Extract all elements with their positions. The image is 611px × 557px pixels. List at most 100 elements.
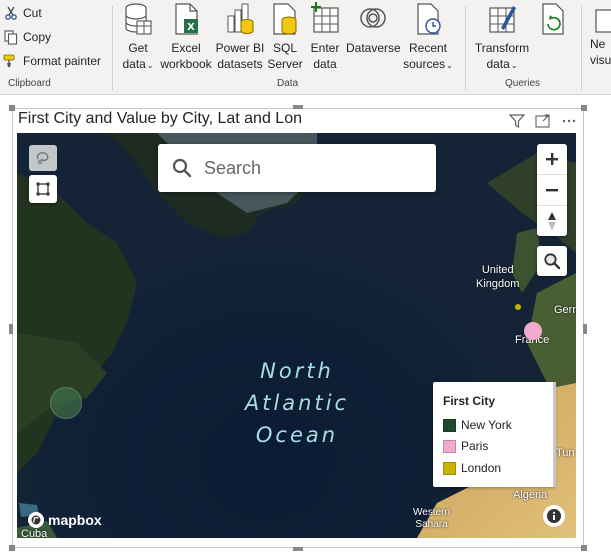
sql-label-2: Server xyxy=(267,57,303,71)
resize-handle[interactable] xyxy=(293,547,303,551)
place-label-algeria: Algeria xyxy=(513,489,548,501)
recent-sources-clock-icon xyxy=(417,3,441,35)
visual-title: First City and Value by City, Lat and Lo… xyxy=(18,110,302,127)
copy-button[interactable]: Copy xyxy=(2,27,51,47)
refresh-button[interactable] xyxy=(531,2,575,40)
zoom-in-button[interactable] xyxy=(537,144,567,175)
legend-label: New York xyxy=(461,418,512,432)
enter-data-button[interactable]: Enter data xyxy=(306,2,344,72)
data-group-label: Data xyxy=(277,78,299,89)
excel-label-1: Excel xyxy=(171,41,201,55)
lasso-select-button[interactable] xyxy=(29,145,57,171)
legend-swatch xyxy=(443,439,456,453)
map-visual[interactable]: First City and Value by City, Lat and Lo… xyxy=(9,105,587,551)
attribution-info-button[interactable] xyxy=(543,505,565,527)
rectangle-select-button[interactable] xyxy=(29,175,57,203)
place-label-united-kingdom: United Kingdom xyxy=(476,263,519,291)
focus-mode-icon[interactable] xyxy=(535,114,551,133)
excel-workbook-button[interactable]: X Excel workbook xyxy=(160,2,212,72)
map-marker-paris[interactable] xyxy=(524,322,542,340)
pbi-label-1: Power BI xyxy=(215,41,265,55)
search-icon xyxy=(172,158,192,178)
more-options-icon[interactable] xyxy=(561,114,577,133)
database-icon xyxy=(125,3,152,35)
resize-handle[interactable] xyxy=(293,105,303,109)
legend-item[interactable]: Paris xyxy=(443,439,488,453)
excel-icon: X xyxy=(175,3,198,35)
format-painter-label: Format painter xyxy=(23,54,102,68)
legend-label: London xyxy=(461,461,502,475)
sql-label-1: SQL xyxy=(272,41,297,55)
dataverse-icon xyxy=(360,8,386,28)
resize-handle[interactable] xyxy=(9,324,13,334)
dataverse-button[interactable]: Dataverse xyxy=(346,2,401,56)
compass-icon xyxy=(548,212,556,230)
mapbox-logo-icon xyxy=(28,512,44,528)
minus-icon xyxy=(546,189,558,192)
map-legend: First City New York Paris London xyxy=(433,382,555,487)
map-search-box[interactable] xyxy=(158,144,436,192)
map-canvas[interactable]: North Atlantic Ocean United Kingdom Fran… xyxy=(17,133,576,538)
transform-label-1: Transform xyxy=(474,41,530,55)
cut-button[interactable]: Cut xyxy=(2,3,42,23)
legend-item[interactable]: London xyxy=(443,461,501,475)
legend-swatch xyxy=(443,461,456,475)
map-marker-london[interactable] xyxy=(515,304,521,310)
ocean-label-line-1: North xyxy=(260,359,334,383)
chevron-down-icon: ⌄ xyxy=(146,61,154,70)
legend-scrollbar[interactable] xyxy=(553,382,556,487)
paintbrush-icon xyxy=(2,53,20,69)
get-data-label-1: Get xyxy=(128,41,148,55)
new-visual-label-2: visu xyxy=(590,53,611,67)
transform-data-icon xyxy=(489,6,516,33)
enter-data-label-1: Enter xyxy=(310,41,340,55)
enter-data-table-icon xyxy=(311,2,339,33)
place-label-line: Western xyxy=(413,507,451,518)
reset-bearing-button[interactable] xyxy=(537,206,567,236)
legend-title: First City xyxy=(443,394,496,408)
lasso-icon xyxy=(36,152,49,164)
place-label-line: United xyxy=(481,264,514,276)
transform-label-2: data xyxy=(486,57,510,71)
legend-swatch xyxy=(443,418,456,432)
recent-sources-button[interactable]: Recent sources⌄ xyxy=(402,2,454,74)
visual-header-icons xyxy=(508,114,577,133)
queries-group-label: Queries xyxy=(505,78,541,89)
get-data-label-2: data xyxy=(122,57,146,71)
search-input[interactable] xyxy=(202,156,426,180)
ribbon-separator xyxy=(465,6,466,90)
ocean-label-line-3: Ocean xyxy=(255,423,339,447)
map-marker-new-york[interactable] xyxy=(50,387,82,419)
new-visual-button[interactable]: Ne visu xyxy=(590,2,611,68)
magnifier-icon xyxy=(544,253,561,270)
chevron-down-icon: ⌄ xyxy=(446,61,453,70)
clipboard-group-label: Clipboard xyxy=(8,78,51,89)
zoom-controls xyxy=(537,144,567,236)
legend-label: Paris xyxy=(461,439,489,453)
recent-label-1: Recent xyxy=(408,41,448,55)
transform-data-button[interactable]: Transform data⌄ xyxy=(472,2,532,74)
place-label-line: Sahara xyxy=(415,519,448,530)
power-bi-datasets-button[interactable]: Power BI datasets xyxy=(214,2,266,72)
format-painter-button[interactable]: Format painter xyxy=(2,51,101,71)
get-data-button[interactable]: Get data⌄ xyxy=(118,2,158,74)
resize-handle[interactable] xyxy=(9,105,15,111)
ribbon-separator xyxy=(581,6,582,90)
place-label-line: Kingdom xyxy=(476,278,520,290)
legend-item[interactable]: New York xyxy=(443,418,512,432)
resize-handle[interactable] xyxy=(581,545,587,551)
filter-icon[interactable] xyxy=(508,114,526,133)
sql-server-button[interactable]: SQL Server xyxy=(267,2,303,72)
resize-handle[interactable] xyxy=(581,105,587,111)
zoom-to-fit-button[interactable] xyxy=(537,246,567,276)
zoom-out-button[interactable] xyxy=(537,175,567,206)
resize-handle[interactable] xyxy=(9,545,15,551)
resize-handle[interactable] xyxy=(583,324,587,334)
place-label-germany: Gern xyxy=(554,304,576,316)
mapbox-logo[interactable]: mapbox xyxy=(27,511,102,529)
chevron-down-icon: ⌄ xyxy=(510,61,518,70)
pbi-label-2: datasets xyxy=(217,57,263,71)
excel-label-2: workbook xyxy=(160,57,212,71)
mapbox-label: mapbox xyxy=(48,512,102,528)
scissors-icon xyxy=(2,5,20,21)
